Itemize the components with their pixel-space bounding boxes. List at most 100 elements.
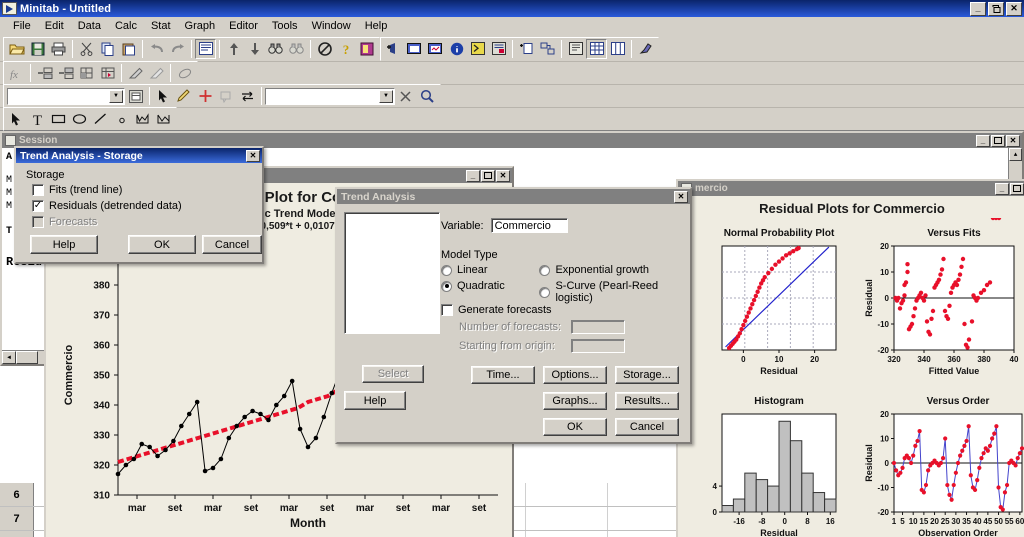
eraser-pen-icon[interactable]	[146, 63, 167, 83]
scroll-left-icon[interactable]: ◄	[2, 351, 16, 364]
restore-button[interactable]	[988, 1, 1004, 16]
new-worksheet-icon[interactable]	[516, 39, 537, 59]
time-button[interactable]: Time...	[471, 366, 535, 384]
results-button[interactable]: Results...	[615, 392, 679, 410]
column-settings-icon[interactable]	[125, 86, 146, 106]
session-close-button[interactable]: ✕	[1006, 134, 1020, 147]
find-replace-icon[interactable]	[286, 39, 307, 59]
scrollbar-thumb[interactable]	[16, 351, 38, 364]
checkbox-generate-forecasts[interactable]: Generate forecasts	[441, 304, 625, 316]
chevron-down-icon[interactable]: ▼	[109, 89, 123, 103]
radio-quadratic[interactable]: Quadratic	[441, 280, 539, 292]
clear-x-icon[interactable]	[395, 86, 416, 106]
brush-icon[interactable]	[635, 39, 656, 59]
session-restore-button[interactable]	[991, 134, 1005, 147]
magnifier-icon[interactable]	[416, 86, 437, 106]
starting-from-origin-input[interactable]	[571, 339, 625, 353]
brush-icon[interactable]	[174, 86, 195, 106]
storage-cancel-button[interactable]: Cancel	[202, 235, 262, 254]
worksheet-grid-icon[interactable]	[586, 38, 607, 59]
crosshair-icon[interactable]	[195, 86, 216, 106]
table-cell[interactable]	[526, 483, 608, 506]
menu-calc[interactable]: Calc	[108, 18, 144, 34]
storage-dialog-titlebar[interactable]: Trend Analysis - Storage ✕	[16, 148, 262, 163]
trend-analysis-dialog-titlebar[interactable]: Trend Analysis ✕	[337, 189, 690, 204]
storage-ok-button[interactable]: OK	[128, 235, 196, 254]
menu-data[interactable]: Data	[71, 18, 108, 34]
line-tool-icon[interactable]	[90, 109, 111, 129]
storage-button[interactable]: Storage...	[615, 366, 679, 384]
copy-icon[interactable]	[97, 39, 118, 59]
residual-plots-minimize-button[interactable]: _	[995, 182, 1009, 195]
ok-button[interactable]: OK	[543, 418, 607, 436]
variable-list-box[interactable]	[344, 212, 440, 334]
cut-scissors-icon[interactable]	[76, 39, 97, 59]
checkbox-residuals[interactable]: ✓ Residuals (detrended data)	[32, 200, 252, 212]
trend-plot-minimize-button[interactable]: _	[466, 169, 480, 182]
polygon-tool-icon[interactable]	[132, 109, 153, 129]
save-icon[interactable]	[27, 39, 48, 59]
rectangle-tool-icon[interactable]	[48, 109, 69, 129]
checkbox-forecasts[interactable]: Forecasts	[32, 216, 252, 228]
cancel-icon[interactable]	[314, 39, 335, 59]
session-minimize-button[interactable]: _	[976, 134, 990, 147]
eraser-icon[interactable]	[174, 63, 195, 83]
storage-help-button[interactable]: Help	[30, 235, 98, 254]
menu-editor[interactable]: Editor	[222, 18, 265, 34]
storage-dialog-close-button[interactable]: ✕	[246, 149, 260, 162]
manage-graphs-icon[interactable]	[404, 39, 425, 59]
help-button[interactable]: Help	[344, 391, 406, 410]
residual-plots-titlebar[interactable]: mercio _	[678, 181, 1024, 196]
insert-cell-icon[interactable]	[34, 63, 55, 83]
number-of-forecasts-input[interactable]	[571, 320, 625, 334]
chevron-down-icon[interactable]: ▼	[379, 89, 393, 103]
insert-column-icon[interactable]	[55, 63, 76, 83]
menu-edit[interactable]: Edit	[38, 18, 71, 34]
project-manager-icon[interactable]	[565, 39, 586, 59]
arrow-select-icon[interactable]	[153, 86, 174, 106]
scroll-up-icon[interactable]: ▲	[1009, 148, 1022, 161]
options-button[interactable]: Options...	[543, 366, 607, 384]
residual-plots-canvas[interactable]: Residual Plots for Commercio Normal Prob…	[678, 196, 1024, 537]
polyline-tool-icon[interactable]	[153, 109, 174, 129]
menu-window[interactable]: Window	[305, 18, 358, 34]
swap-icon[interactable]	[237, 86, 258, 106]
help-question-icon[interactable]: ?	[335, 39, 356, 59]
paste-icon[interactable]	[118, 39, 139, 59]
insert-row-icon[interactable]	[76, 63, 97, 83]
info-icon[interactable]	[446, 39, 467, 59]
lightbulb-icon[interactable]	[356, 39, 377, 59]
session-icon[interactable]	[467, 39, 488, 59]
radio-exponential-growth[interactable]: Exponential growth	[539, 264, 690, 276]
move-up-icon[interactable]	[223, 39, 244, 59]
trend-plot-close-button[interactable]: ✕	[496, 169, 510, 182]
find-binoculars-icon[interactable]	[265, 39, 286, 59]
table-cell[interactable]	[526, 531, 608, 537]
history-icon[interactable]	[488, 39, 509, 59]
graph-item-combo[interactable]: ▼	[265, 87, 395, 105]
select-button[interactable]: Select	[362, 365, 424, 383]
trend-plot-restore-button[interactable]	[481, 169, 495, 182]
text-tool-icon[interactable]: T	[27, 109, 48, 129]
radio-s-curve[interactable]: S-Curve (Pearl-Reed logistic)	[539, 280, 690, 304]
menu-graph[interactable]: Graph	[178, 18, 223, 34]
table-cell[interactable]	[526, 507, 608, 530]
menu-help[interactable]: Help	[358, 18, 395, 34]
fx-icon[interactable]: fx	[6, 63, 27, 83]
redo-icon[interactable]	[167, 39, 188, 59]
menu-tools[interactable]: Tools	[265, 18, 305, 34]
column-select-combo[interactable]: ▼	[7, 87, 125, 105]
move-columns-icon[interactable]	[97, 63, 118, 83]
cancel-button[interactable]: Cancel	[615, 418, 679, 436]
minimize-button[interactable]: _	[970, 1, 986, 16]
residual-plots-restore-button[interactable]	[1010, 182, 1024, 195]
arrow-select-icon[interactable]	[6, 109, 27, 129]
close-button[interactable]: ✕	[1006, 1, 1022, 16]
brush-pen-icon[interactable]	[125, 63, 146, 83]
radio-linear[interactable]: Linear	[441, 264, 539, 276]
trend-analysis-dialog-close-button[interactable]: ✕	[674, 190, 688, 203]
move-down-icon[interactable]	[244, 39, 265, 59]
print-icon[interactable]	[48, 39, 69, 59]
add-project-icon[interactable]	[383, 39, 404, 59]
manage-worksheets-icon[interactable]	[425, 39, 446, 59]
